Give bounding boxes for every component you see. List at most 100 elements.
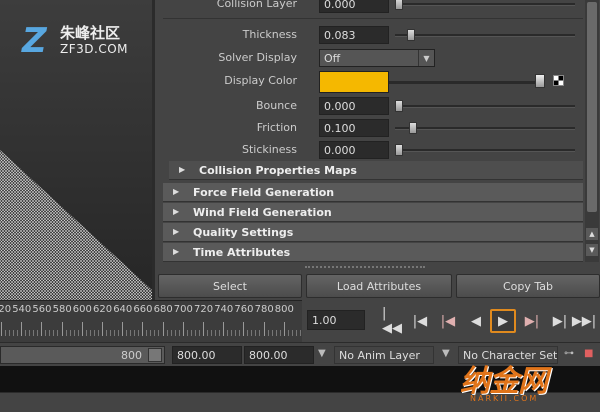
friction-label: Friction [256, 121, 297, 134]
panel-resize-handle[interactable] [305, 266, 425, 268]
tick-mark [102, 322, 103, 336]
stickiness-slider[interactable] [395, 144, 575, 156]
range-slider[interactable]: 800 [0, 346, 165, 364]
tick-mark-minor [170, 330, 172, 336]
frame-collision-properties-maps[interactable]: ▶ Collision Properties Maps [169, 161, 583, 180]
tick-mark [203, 322, 204, 336]
scroll-up-icon[interactable]: ▲ [586, 228, 598, 240]
tick-label: 780 [254, 304, 274, 315]
playback-end-field[interactable]: 800.00 [244, 346, 314, 364]
friction-slider[interactable] [395, 122, 575, 134]
display-color-row: Display Color [155, 71, 585, 93]
anim-layer-dropdown[interactable]: No Anim Layer [334, 346, 434, 364]
collision-layer-row: Collision Layer 0.000 [155, 0, 585, 14]
scrollbar-thumb[interactable] [587, 2, 597, 212]
bounce-label: Bounce [255, 99, 297, 112]
tick-label: 800 [274, 304, 294, 315]
frame-label: Collision Properties Maps [199, 164, 357, 177]
tick-label: 660 [133, 304, 153, 315]
tick-mark-minor [178, 330, 180, 336]
select-button[interactable]: Select [158, 274, 302, 298]
tick-mark-minor [134, 330, 136, 336]
slider-thumb[interactable] [395, 100, 403, 112]
tick-mark [182, 322, 184, 336]
thickness-label: Thickness [242, 28, 297, 41]
go-to-start-icon[interactable]: |◀◀ [382, 306, 402, 336]
time-slider[interactable]: 5205405605806006206406606807007207407607… [0, 300, 302, 342]
step-forward-key-icon[interactable]: ▶| [550, 312, 570, 330]
tick-mark-minor [295, 330, 297, 336]
bounce-slider[interactable] [395, 100, 575, 112]
tick-mark-minor [251, 330, 253, 336]
editor-scrollbar[interactable]: ▲ ▼ [585, 0, 599, 262]
expand-arrow-icon: ▶ [179, 165, 186, 174]
display-color-swatch[interactable] [319, 71, 389, 93]
tick-label: 620 [93, 304, 113, 315]
range-end-label: 800 [121, 349, 142, 362]
frame-quality-settings[interactable]: ▶ Quality Settings [163, 223, 583, 242]
tick-label: 640 [113, 304, 133, 315]
color-value-slider[interactable] [389, 81, 537, 84]
expand-arrow-icon: ▶ [173, 227, 180, 236]
tick-mark-minor [126, 330, 128, 336]
play-backward-icon[interactable]: ◀ [466, 312, 486, 330]
frame-wind-field-generation[interactable]: ▶ Wind Field Generation [163, 203, 583, 222]
tick-mark-minor [93, 330, 95, 336]
tick-mark-minor [106, 330, 107, 336]
tick-mark-minor [138, 330, 140, 336]
collision-layer-field[interactable]: 0.000 [319, 0, 389, 13]
playback-controls: 1.00 |◀◀ |◀ |◀ ◀ ▶ ▶| ▶| ▶▶| [302, 300, 600, 342]
scroll-down-icon[interactable]: ▼ [586, 244, 598, 256]
step-forward-frame-icon[interactable]: ▶| [522, 312, 542, 330]
tick-label: 520 [0, 304, 12, 315]
chevron-down-icon[interactable]: ▼ [442, 348, 450, 359]
go-to-end-icon[interactable]: ▶▶| [572, 312, 596, 330]
tick-mark-minor [150, 330, 152, 336]
playback-start-field[interactable]: 800.00 [172, 346, 242, 364]
tick-mark [21, 322, 23, 336]
stickiness-label: Stickiness [241, 143, 297, 156]
tick-mark [61, 322, 63, 336]
tick-mark-minor [255, 330, 257, 336]
tick-label: 680 [153, 304, 173, 315]
range-handle[interactable] [148, 348, 162, 362]
tick-mark-minor [279, 330, 281, 336]
tick-mark-minor [69, 330, 71, 336]
play-forward-icon[interactable]: ▶ [490, 309, 516, 333]
attribute-editor: Collision Layer 0.000 Thickness 0.083 So… [152, 0, 600, 300]
current-time-field[interactable]: 1.00 [307, 310, 365, 330]
load-attributes-button[interactable]: Load Attributes [306, 274, 452, 298]
tick-mark-minor [235, 330, 237, 336]
color-picker-icon[interactable] [553, 75, 564, 86]
viewport-panel[interactable]: Z 朱峰社区 ZF3D.COM [0, 0, 152, 300]
tick-mark-minor [5, 330, 6, 336]
tick-mark-minor [247, 330, 249, 336]
tick-mark [263, 322, 265, 336]
tick-mark-minor [49, 330, 51, 336]
tick-mark-minor [25, 330, 27, 336]
tick-mark-minor [114, 330, 115, 336]
slider-thumb[interactable] [395, 0, 403, 10]
friction-field[interactable]: 0.100 [319, 119, 389, 137]
step-back-frame-icon[interactable]: |◀ [438, 312, 458, 330]
tick-mark-minor [53, 330, 55, 336]
copy-tab-button[interactable]: Copy Tab [456, 274, 600, 298]
collision-layer-slider[interactable] [395, 0, 575, 10]
bounce-field[interactable]: 0.000 [319, 97, 389, 115]
slider-thumb[interactable] [407, 29, 415, 41]
thickness-field[interactable]: 0.083 [319, 26, 389, 44]
tick-mark [122, 322, 124, 336]
step-back-key-icon[interactable]: |◀ [410, 312, 430, 330]
frame-time-attributes[interactable]: ▶ Time Attributes [163, 243, 583, 262]
tick-mark-minor [227, 330, 229, 336]
color-slider-thumb[interactable] [535, 74, 545, 88]
thickness-slider[interactable] [395, 29, 575, 41]
slider-thumb[interactable] [395, 144, 403, 156]
tick-mark-minor [97, 330, 99, 336]
tick-mark-minor [207, 330, 208, 336]
stickiness-field[interactable]: 0.000 [319, 141, 389, 159]
chevron-down-icon[interactable]: ▼ [318, 348, 326, 359]
frame-force-field-generation[interactable]: ▶ Force Field Generation [163, 183, 583, 202]
slider-thumb[interactable] [409, 122, 417, 134]
solver-display-dropdown[interactable]: Off ▼ [319, 49, 435, 67]
